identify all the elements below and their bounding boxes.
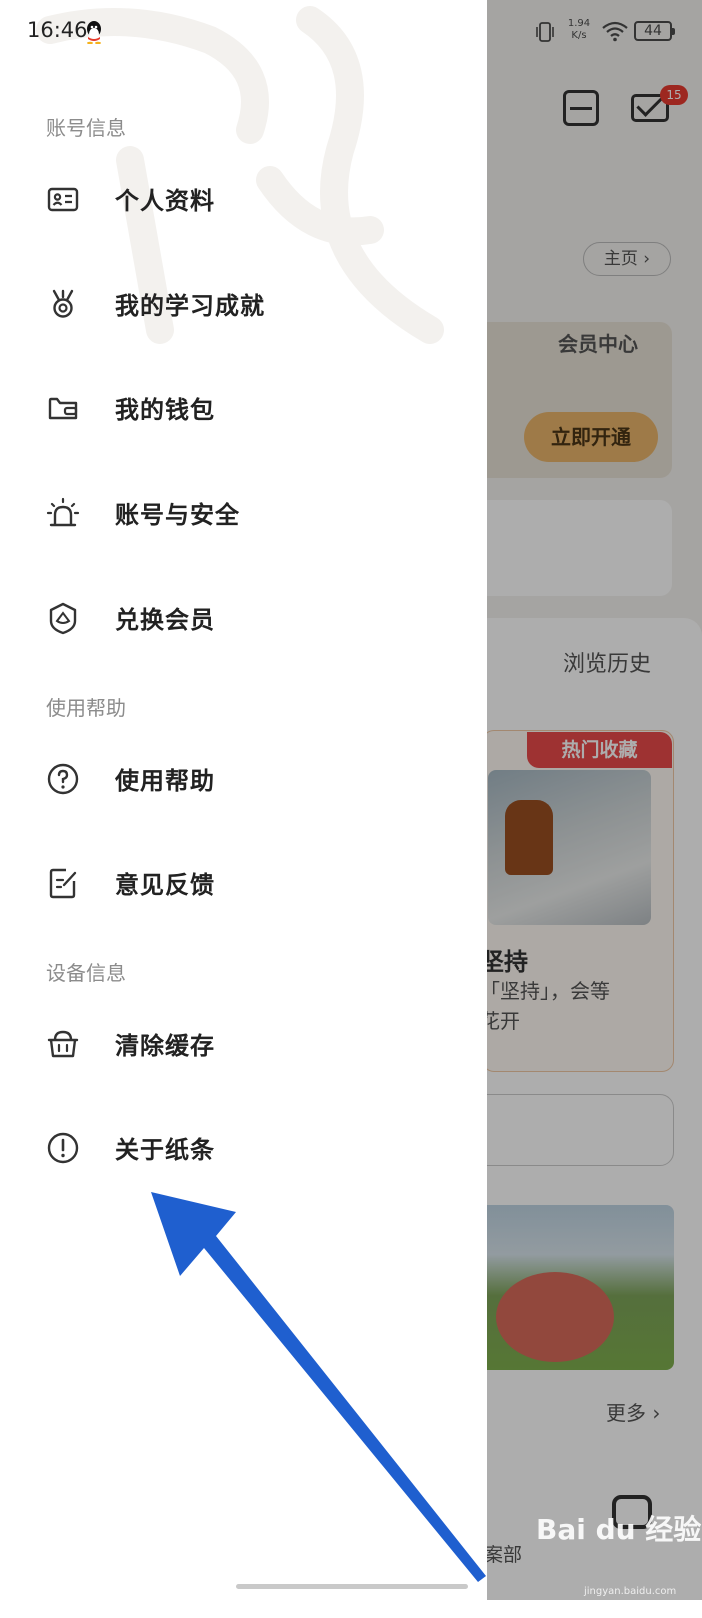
question-circle-icon (47, 763, 79, 795)
menu-item-label: 意见反馈 (115, 871, 215, 899)
menu-item-about[interactable]: 关于纸条 (0, 1112, 487, 1182)
network-speed: 1.94 K/s (563, 18, 595, 42)
menu-item-label: 我的学习成就 (115, 292, 265, 320)
menu-item-label: 使用帮助 (115, 767, 215, 795)
basket-icon (47, 1030, 79, 1058)
feedback-edit-icon (49, 868, 77, 899)
menu-item-label: 我的钱包 (115, 396, 215, 424)
network-speed-value: 1.94 (567, 18, 591, 29)
qq-penguin-icon (87, 21, 101, 44)
menu-item-feedback[interactable]: 意见反馈 (0, 847, 487, 917)
menu-item-label: 关于纸条 (115, 1136, 215, 1164)
menu-item-clear-cache[interactable]: 清除缓存 (0, 1008, 487, 1078)
alarm-light-icon (46, 497, 80, 527)
section-title-account: 账号信息 (46, 116, 126, 140)
id-card-icon (47, 187, 79, 212)
shield-leaf-icon (49, 602, 77, 635)
menu-item-wallet[interactable]: 我的钱包 (0, 372, 487, 442)
status-bar: 16:46 1.94 K/s 44 (0, 0, 702, 64)
section-title-help: 使用帮助 (46, 696, 126, 720)
section-title-device: 设备信息 (46, 961, 126, 985)
menu-item-achievements[interactable]: 我的学习成就 (0, 268, 487, 338)
menu-item-account-security[interactable]: 账号与安全 (0, 477, 487, 547)
wallet-icon (48, 397, 78, 420)
menu-item-help[interactable]: 使用帮助 (0, 743, 487, 813)
menu-item-label: 清除缓存 (115, 1032, 215, 1060)
info-circle-icon (47, 1132, 79, 1164)
home-indicator-bar[interactable] (236, 1584, 468, 1589)
battery-indicator: 44 (634, 21, 675, 41)
menu-item-label: 兑换会员 (115, 606, 215, 634)
wifi-icon (602, 21, 628, 42)
side-drawer: 账号信息 个人资料 我的学习成就 我的钱包 账号与安全 兑换会员 使用帮助 使用… (0, 0, 487, 1600)
menu-item-label: 个人资料 (115, 187, 215, 215)
clock: 16:46 (27, 18, 88, 42)
baidu-jingyan-watermark: Bai du 经验 (536, 1513, 702, 1546)
menu-item-profile[interactable]: 个人资料 (0, 163, 487, 233)
network-speed-unit: K/s (571, 30, 587, 41)
watermark-url: jingyan.baidu.com (584, 1586, 677, 1597)
medal-icon (52, 289, 74, 318)
menu-item-label: 账号与安全 (115, 501, 240, 529)
menu-item-redeem-vip[interactable]: 兑换会员 (0, 582, 487, 652)
vibrate-icon (536, 22, 554, 42)
